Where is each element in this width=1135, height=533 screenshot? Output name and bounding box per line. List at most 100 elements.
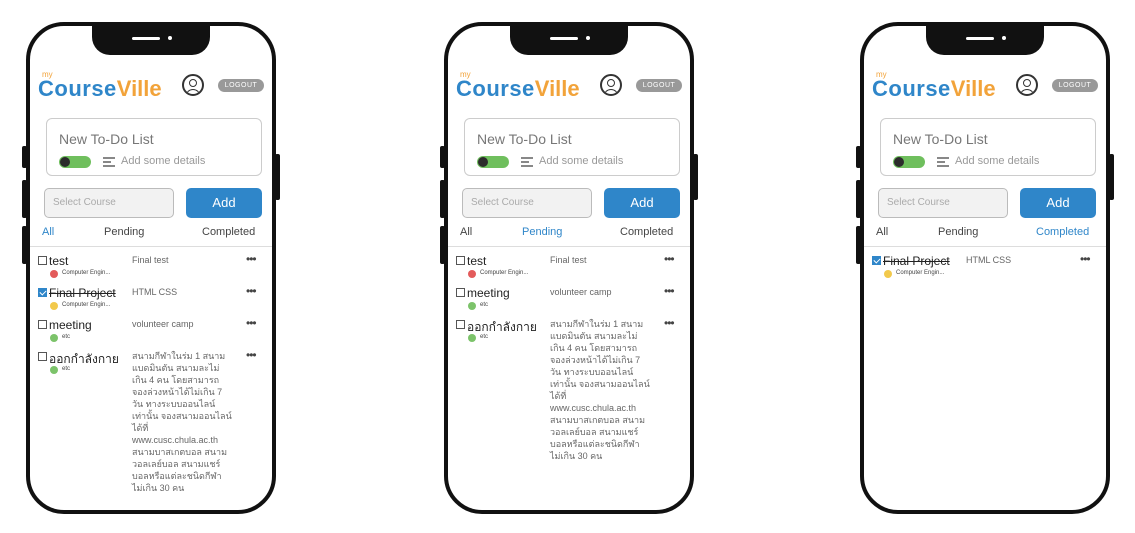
phone-notch [926,26,1044,55]
todo-item-name: test [49,254,69,268]
todo-item-description: สนามกีฬาในร่ม 1 สนามแบดมินตัน สนามละไม่เ… [550,319,650,461]
todo-item-description: สนามกีฬาในร่ม 1 สนามแบดมินตัน สนามละไม่เ… [132,351,232,493]
details-lines-icon [521,157,533,167]
courseville-logo: my CourseVille [38,70,162,102]
todo-item-description: volunteer camp [132,319,194,329]
logo-course: Course [38,76,117,101]
phone-frame: my CourseVille LOGOUT New To-Do List Add… [26,22,276,514]
divider [864,246,1106,247]
details-input[interactable]: Add some details [955,155,1039,167]
logo-course: Course [872,76,951,101]
phone-mockup: my CourseVille LOGOUT New To-Do List Add… [440,22,698,514]
course-color-dot [468,270,476,278]
checkbox-icon[interactable] [456,320,465,329]
details-input[interactable]: Add some details [539,155,623,167]
divider [448,246,690,247]
new-todo-card: New To-Do List Add some details [880,118,1096,176]
checkbox-icon[interactable] [38,320,47,329]
add-button[interactable]: Add [1020,188,1096,218]
todo-item-course: etc [480,302,489,308]
user-circle-icon[interactable] [600,74,622,96]
select-course-dropdown[interactable]: Select Course [878,188,1008,218]
logout-button[interactable]: LOGOUT [218,79,264,92]
details-lines-icon [103,157,115,167]
add-button[interactable]: Add [186,188,262,218]
todo-item-description: Final test [550,255,587,265]
filter-tabs: All Pending Completed [38,226,264,240]
course-color-dot [884,270,892,278]
todo-item-name: meeting [467,286,510,300]
phone-notch [92,26,210,55]
app-screen: my CourseVille LOGOUT New To-Do List Add… [30,62,272,510]
filter-tabs: All Pending Completed [456,226,682,240]
phone-frame: my CourseVille LOGOUT New To-Do List Add… [860,22,1110,514]
details-input[interactable]: Add some details [121,155,205,167]
tab-completed[interactable]: Completed [1036,226,1089,238]
todo-toggle[interactable] [893,156,925,168]
todo-toggle[interactable] [477,156,509,168]
checkbox-icon[interactable] [456,288,465,297]
logout-button[interactable]: LOGOUT [636,79,682,92]
todo-item-course: Computer Engin... [62,302,111,308]
course-color-dot [50,302,58,310]
todo-title-input[interactable]: New To-Do List [59,131,154,147]
more-dots-icon[interactable]: ••• [246,348,257,362]
checkbox-icon[interactable] [456,256,465,265]
more-dots-icon[interactable]: ••• [664,252,675,266]
details-lines-icon [937,157,949,167]
more-dots-icon[interactable]: ••• [246,284,257,298]
more-dots-icon[interactable]: ••• [664,316,675,330]
app-screen: my CourseVille LOGOUT New To-Do List Add… [864,62,1106,510]
todo-item-course: Computer Engin... [896,270,945,276]
phone-mockup: my CourseVille LOGOUT New To-Do List Add… [22,22,280,514]
tab-completed[interactable]: Completed [202,226,255,238]
select-course-dropdown[interactable]: Select Course [462,188,592,218]
tab-all[interactable]: All [876,226,888,238]
todo-item-name: test [467,254,487,268]
checkbox-icon[interactable] [38,352,47,361]
todo-item-course: etc [62,334,71,340]
todo-item-course: Computer Engin... [62,270,111,276]
more-dots-icon[interactable]: ••• [1080,252,1091,266]
logo-my: my [42,70,53,79]
todo-item-course: Computer Engin... [480,270,529,276]
checkbox-icon[interactable] [38,288,47,297]
add-button[interactable]: Add [604,188,680,218]
courseville-logo: my CourseVille [872,70,996,102]
more-dots-icon[interactable]: ••• [246,252,257,266]
todo-item-description: Final test [132,255,169,265]
tab-pending[interactable]: Pending [104,226,144,238]
course-color-dot [50,334,58,342]
tab-completed[interactable]: Completed [620,226,673,238]
course-color-dot [468,302,476,310]
checkbox-icon[interactable] [38,256,47,265]
todo-item-description: HTML CSS [132,287,178,297]
app-screen: my CourseVille LOGOUT New To-Do List Add… [448,62,690,510]
new-todo-card: New To-Do List Add some details [464,118,680,176]
tab-all[interactable]: All [42,226,54,238]
user-circle-icon[interactable] [182,74,204,96]
todo-item-course: etc [62,366,71,372]
todo-toggle[interactable] [59,156,91,168]
todo-item-name: meeting [49,318,92,332]
select-course-dropdown[interactable]: Select Course [44,188,174,218]
logo-my: my [460,70,471,79]
logout-button[interactable]: LOGOUT [1052,79,1098,92]
checkbox-icon[interactable] [872,256,881,265]
tab-pending[interactable]: Pending [522,226,562,238]
user-circle-icon[interactable] [1016,74,1038,96]
more-dots-icon[interactable]: ••• [664,284,675,298]
logo-ville: Ville [534,76,580,101]
todo-title-input[interactable]: New To-Do List [477,131,572,147]
more-dots-icon[interactable]: ••• [246,316,257,330]
todo-item-name: Final Project [883,254,950,268]
logo-ville: Ville [116,76,162,101]
course-color-dot [468,334,476,342]
todo-item-name: Final Project [49,286,116,300]
course-color-dot [50,270,58,278]
tab-all[interactable]: All [460,226,472,238]
tab-pending[interactable]: Pending [938,226,978,238]
phone-mockup: my CourseVille LOGOUT New To-Do List Add… [856,22,1114,514]
todo-item-name: ออกกำลังกาย [467,320,537,334]
todo-title-input[interactable]: New To-Do List [893,131,988,147]
